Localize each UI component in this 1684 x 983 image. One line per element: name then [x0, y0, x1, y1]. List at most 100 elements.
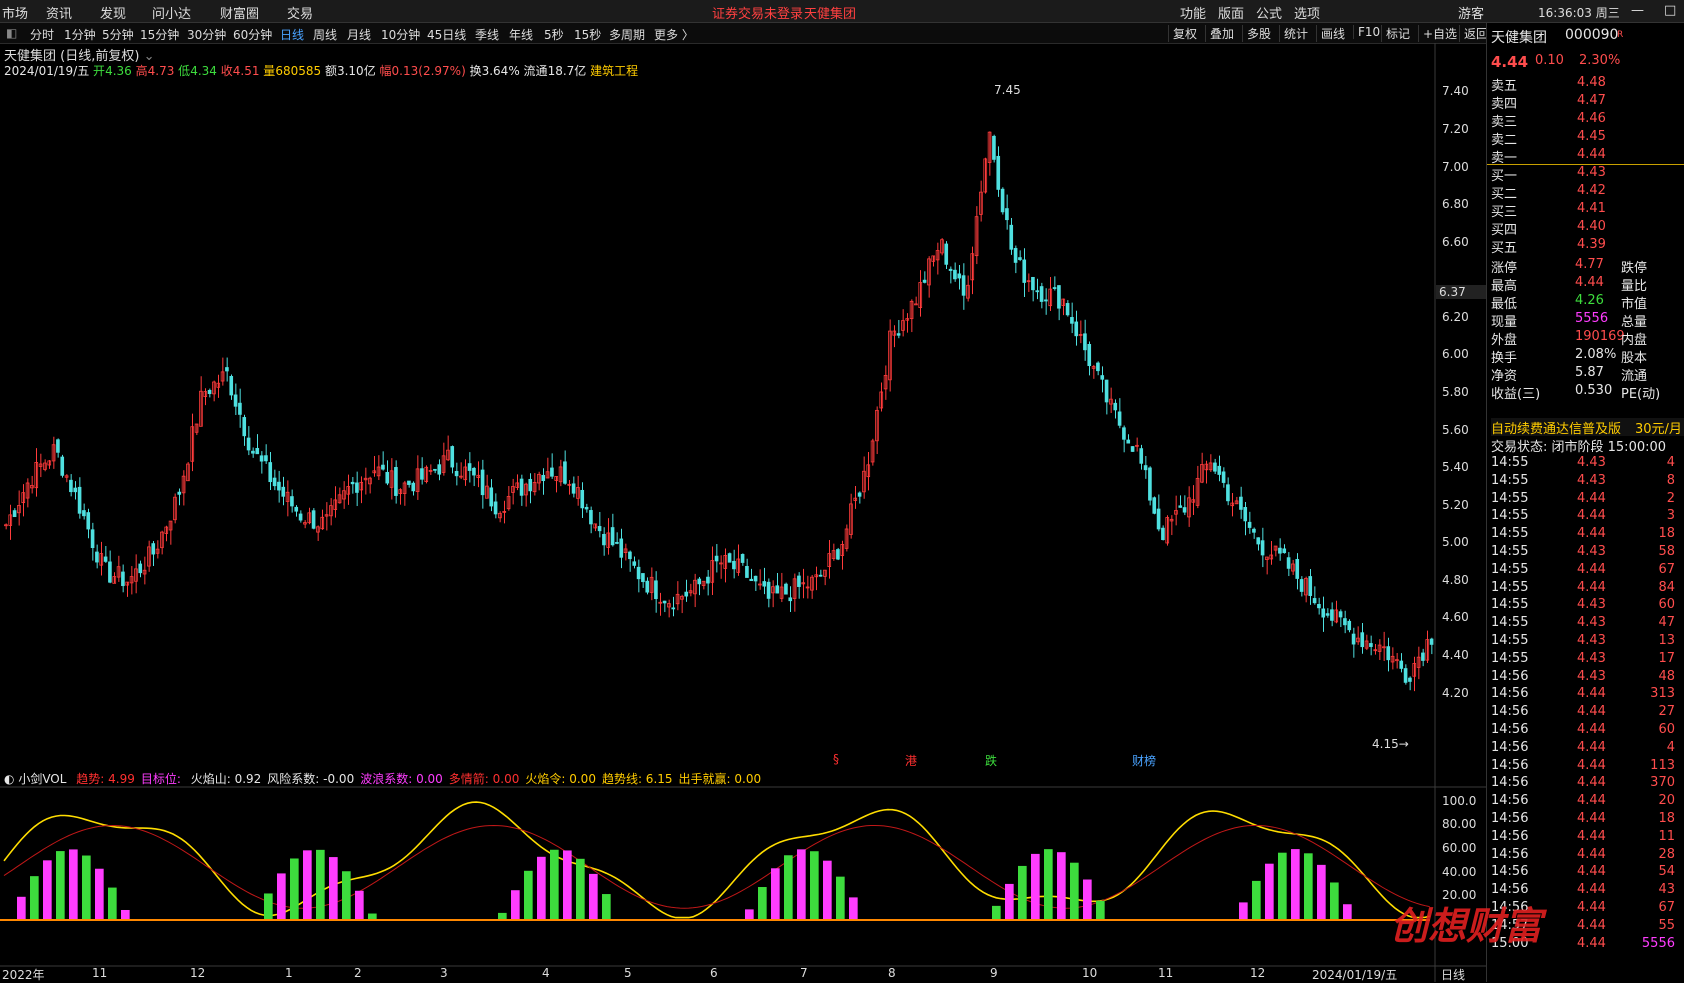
candlestick-chart[interactable]	[0, 43, 1486, 982]
ask-row[interactable]: 卖二 4.45	[1491, 129, 1684, 148]
indicator-bar	[1070, 862, 1079, 920]
candle-body	[1239, 496, 1243, 510]
time-tick: 7	[800, 966, 808, 980]
tick-cell: 4.44	[1577, 900, 1606, 915]
candle-body	[1312, 598, 1317, 604]
menu-options[interactable]: 选项	[1294, 3, 1320, 22]
tab-60min[interactable]: 60分钟	[233, 26, 272, 43]
tick-cell: 14:55	[1491, 633, 1529, 648]
tab-15min[interactable]: 15分钟	[140, 26, 179, 43]
tab-weekly[interactable]: 周线	[313, 26, 337, 43]
tick-cell: 84	[1658, 579, 1675, 595]
candle-body	[1226, 484, 1230, 502]
indicator-toggle-icon[interactable]: ◐	[4, 772, 14, 786]
restore-rights-button[interactable]: 复权	[1168, 25, 1197, 42]
tab-monthly[interactable]: 月线	[347, 26, 371, 43]
promo-bar[interactable]: 自动续费通达信普及版 30元/月	[1491, 418, 1684, 437]
menu-function[interactable]: 功能	[1180, 3, 1206, 22]
tick-cell: 4.44	[1577, 775, 1606, 791]
arrow-right-icon: →	[1398, 737, 1409, 751]
ask-row[interactable]: 卖四 4.47	[1491, 93, 1684, 112]
bid-row[interactable]: 买四 4.40	[1491, 219, 1684, 238]
draw-line-button[interactable]: 画线	[1316, 25, 1345, 42]
ask-row[interactable]: 卖三 4.46	[1491, 111, 1684, 130]
tick-cell: 4.44	[1577, 686, 1606, 702]
tab-45day[interactable]: 45日线	[427, 26, 466, 43]
tick-cell: 14:56	[1491, 828, 1529, 844]
indicator-bar	[797, 849, 806, 920]
tab-5min[interactable]: 5分钟	[102, 26, 134, 43]
stat-cell: 现量	[1491, 315, 1518, 330]
candle-body	[662, 600, 667, 604]
indicator-param: 火焰令: 0.00	[525, 772, 596, 786]
indicator-bar	[1005, 883, 1014, 920]
marker-fall[interactable]: 跌	[985, 752, 997, 769]
candle-body	[493, 501, 498, 515]
menu-layout[interactable]: 版面	[1218, 3, 1244, 22]
candle-body	[246, 437, 251, 451]
tab-quarterly[interactable]: 季线	[475, 26, 499, 43]
stat-cell: 最低	[1491, 297, 1518, 312]
tab-5sec[interactable]: 5秒	[544, 26, 564, 43]
tab-more[interactable]: 更多 〉	[654, 26, 694, 43]
tick-cell: 4.44	[1577, 935, 1606, 951]
indicator-bar	[563, 850, 572, 920]
menu-trade[interactable]: 交易	[287, 3, 313, 22]
marker-finance-list[interactable]: 财榜	[1132, 752, 1156, 769]
menu-wenxiaoda[interactable]: 问小达	[152, 3, 191, 22]
f10-button[interactable]: F10	[1353, 25, 1380, 39]
ask-row[interactable]: 卖五 4.48	[1491, 75, 1684, 94]
candle-body	[467, 463, 472, 471]
tab-daily[interactable]: 日线	[280, 26, 304, 43]
tick-cell: 14:55	[1491, 615, 1529, 631]
menu-news[interactable]: 资讯	[46, 3, 72, 22]
tab-30min[interactable]: 30分钟	[187, 26, 226, 43]
candle-body	[1052, 287, 1057, 289]
candle-body	[953, 269, 957, 280]
mark-button[interactable]: 标记	[1381, 25, 1410, 42]
tab-15sec[interactable]: 15秒	[574, 26, 601, 43]
indicator-bar	[303, 850, 312, 920]
maximize-icon[interactable]: □	[1664, 3, 1676, 18]
candle-body	[1100, 375, 1105, 380]
tab-timeshare[interactable]: 分时	[30, 26, 54, 43]
tick-cell: 4.44	[1577, 793, 1606, 809]
tick-row: 14:55 4.43 17	[1491, 651, 1684, 668]
time-tick: 10	[1082, 966, 1098, 980]
tab-1min[interactable]: 1分钟	[64, 26, 96, 43]
tab-multi-period[interactable]: 多周期	[609, 26, 645, 43]
menu-market[interactable]: 市场	[2, 3, 28, 22]
multi-stock-button[interactable]: 多股	[1242, 25, 1271, 42]
indicator-name[interactable]: 小剑VOL	[18, 772, 66, 786]
marker-hk[interactable]: 港	[905, 752, 917, 769]
add-watchlist-button[interactable]: +自选	[1418, 25, 1457, 42]
back-button[interactable]: 返回	[1459, 25, 1488, 42]
statistics-button[interactable]: 统计	[1279, 25, 1308, 42]
overlay-button[interactable]: 叠加	[1205, 25, 1234, 42]
bid-row[interactable]: 买五 4.39	[1491, 237, 1684, 256]
bid-row[interactable]: 买三 4.41	[1491, 201, 1684, 220]
indicator-bar	[550, 849, 559, 920]
menu-discover[interactable]: 发现	[100, 3, 126, 22]
candle-body	[472, 467, 476, 476]
menu-formula[interactable]: 公式	[1256, 3, 1282, 22]
candle-body	[381, 464, 385, 470]
ask-row[interactable]: 卖一 4.44	[1491, 147, 1684, 166]
candle-body	[1178, 505, 1183, 508]
menu-fortune-circle[interactable]: 财富圈	[220, 3, 259, 22]
user-label[interactable]: 游客	[1458, 3, 1484, 22]
stat-cell: 4.26	[1575, 293, 1604, 308]
bid-row[interactable]: 买二 4.42	[1491, 183, 1684, 202]
book-price: 4.40	[1577, 219, 1606, 234]
candle-body	[740, 554, 745, 563]
login-notice[interactable]: 证券交易未登录	[712, 3, 803, 22]
tab-yearly[interactable]: 年线	[509, 26, 533, 43]
minimize-icon[interactable]: —	[1631, 3, 1644, 18]
bid-row[interactable]: 买一 4.43	[1491, 165, 1684, 184]
stock-tab[interactable]: 天健集团	[804, 3, 856, 22]
stat-cell: 涨停	[1491, 261, 1518, 276]
marker-1[interactable]: §	[833, 752, 839, 766]
panel-toggle-icon[interactable]: ◧	[6, 26, 17, 40]
tab-10min[interactable]: 10分钟	[381, 26, 420, 43]
tick-cell: 4.44	[1577, 917, 1606, 933]
